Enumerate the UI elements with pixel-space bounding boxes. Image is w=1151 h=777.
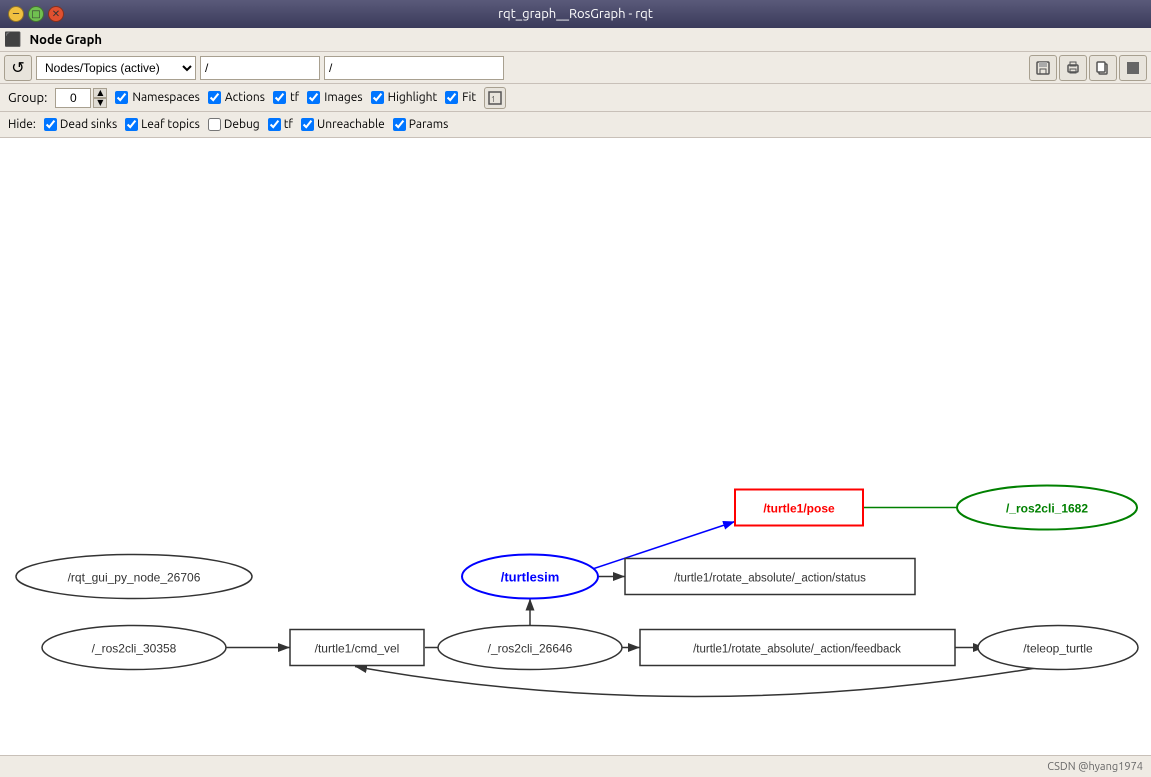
group-value-input[interactable]: 0 bbox=[55, 88, 91, 108]
svg-text:/_ros2cli_30358: /_ros2cli_30358 bbox=[92, 642, 177, 656]
svg-text:/_ros2cli_26646: /_ros2cli_26646 bbox=[488, 642, 573, 656]
dead-sinks-label: Dead sinks bbox=[60, 118, 117, 131]
images-option[interactable]: Images bbox=[307, 91, 362, 104]
debug-label: Debug bbox=[224, 118, 260, 131]
unreachable-option[interactable]: Unreachable bbox=[301, 118, 385, 131]
namespaces-checkbox[interactable] bbox=[115, 91, 128, 104]
svg-text:/turtle1/rotate_absolute/_acti: /turtle1/rotate_absolute/_action/status bbox=[674, 573, 866, 585]
fit-icon-button[interactable]: 1 bbox=[484, 87, 506, 109]
hidebar: Hide: Dead sinks Leaf topics Debug tf Un… bbox=[0, 112, 1151, 138]
menu-node-graph[interactable]: Node Graph bbox=[21, 31, 110, 49]
namespaces-option[interactable]: Namespaces bbox=[115, 91, 200, 104]
highlight-option[interactable]: Highlight bbox=[371, 91, 438, 104]
group-spinner[interactable]: 0 ▲ ▼ bbox=[55, 88, 107, 108]
tf-checkbox[interactable] bbox=[273, 91, 286, 104]
fit-label: Fit bbox=[462, 91, 476, 104]
namespaces-label: Namespaces bbox=[132, 91, 200, 104]
dead-sinks-option[interactable]: Dead sinks bbox=[44, 118, 117, 131]
minimize-button[interactable]: ─ bbox=[8, 6, 24, 22]
leaf-topics-option[interactable]: Leaf topics bbox=[125, 118, 200, 131]
window-title: rqt_graph__RosGraph - rqt bbox=[68, 7, 1083, 21]
save-button[interactable] bbox=[1029, 55, 1057, 81]
refresh-button[interactable]: ↺ bbox=[4, 55, 32, 81]
titlebar: ─ □ ✕ rqt_graph__RosGraph - rqt bbox=[0, 0, 1151, 28]
svg-text:/turtle1/cmd_vel: /turtle1/cmd_vel bbox=[315, 642, 400, 656]
tf-hide-option[interactable]: tf bbox=[268, 118, 293, 131]
maximize-button[interactable]: □ bbox=[28, 6, 44, 22]
tf-label: tf bbox=[290, 91, 299, 104]
optionsbar: Group: 0 ▲ ▼ Namespaces Actions tf Image… bbox=[0, 84, 1151, 112]
filter1-input[interactable] bbox=[200, 56, 320, 80]
images-label: Images bbox=[324, 91, 362, 104]
highlight-checkbox[interactable] bbox=[371, 91, 384, 104]
spinner-up[interactable]: ▲ bbox=[93, 88, 107, 98]
tf-option[interactable]: tf bbox=[273, 91, 299, 104]
leaf-topics-checkbox[interactable] bbox=[125, 118, 138, 131]
spinner-down[interactable]: ▼ bbox=[93, 98, 107, 108]
actions-label: Actions bbox=[225, 91, 265, 104]
tf-hide-checkbox[interactable] bbox=[268, 118, 281, 131]
app-icon: ⬛ bbox=[4, 31, 21, 48]
svg-text:/_ros2cli_1682: /_ros2cli_1682 bbox=[1006, 502, 1088, 516]
tf-hide-label: tf bbox=[284, 118, 293, 131]
highlight-label: Highlight bbox=[388, 91, 438, 104]
dead-sinks-checkbox[interactable] bbox=[44, 118, 57, 131]
svg-text:/teleop_turtle: /teleop_turtle bbox=[1023, 642, 1093, 656]
fit-option[interactable]: Fit bbox=[445, 91, 476, 104]
svg-text:/rqt_gui_py_node_26706: /rqt_gui_py_node_26706 bbox=[68, 571, 201, 585]
actions-checkbox[interactable] bbox=[208, 91, 221, 104]
debug-checkbox[interactable] bbox=[208, 118, 221, 131]
hide-label: Hide: bbox=[8, 118, 36, 131]
view-button[interactable] bbox=[1119, 55, 1147, 81]
svg-text:1: 1 bbox=[491, 95, 496, 104]
leaf-topics-label: Leaf topics bbox=[141, 118, 200, 131]
params-option[interactable]: Params bbox=[393, 118, 449, 131]
fit-checkbox[interactable] bbox=[445, 91, 458, 104]
print-button[interactable] bbox=[1059, 55, 1087, 81]
params-checkbox[interactable] bbox=[393, 118, 406, 131]
graph-area[interactable]: /rqt_gui_py_node_26706 /_ros2cli_30358 /… bbox=[0, 138, 1151, 755]
menubar: ⬛ Node Graph bbox=[0, 28, 1151, 52]
svg-text:/turtle1/pose: /turtle1/pose bbox=[763, 502, 835, 516]
toolbar: ↺ Nodes/Topics (active) Nodes only Nodes… bbox=[0, 52, 1151, 84]
close-button[interactable]: ✕ bbox=[48, 6, 64, 22]
group-label: Group: bbox=[8, 91, 47, 105]
debug-option[interactable]: Debug bbox=[208, 118, 260, 131]
unreachable-checkbox[interactable] bbox=[301, 118, 314, 131]
status-text: CSDN @hyang1974 bbox=[1047, 761, 1143, 773]
filter2-input[interactable] bbox=[324, 56, 504, 80]
params-label: Params bbox=[409, 118, 449, 131]
actions-option[interactable]: Actions bbox=[208, 91, 265, 104]
graph-svg: /rqt_gui_py_node_26706 /_ros2cli_30358 /… bbox=[0, 138, 1151, 755]
images-checkbox[interactable] bbox=[307, 91, 320, 104]
svg-text:/turtlesim: /turtlesim bbox=[501, 570, 560, 585]
svg-text:/turtle1/rotate_absolute/_acti: /turtle1/rotate_absolute/_action/feedbac… bbox=[693, 644, 901, 656]
copy-button[interactable] bbox=[1089, 55, 1117, 81]
statusbar: CSDN @hyang1974 bbox=[0, 755, 1151, 777]
view-mode-dropdown[interactable]: Nodes/Topics (active) Nodes only Nodes/T… bbox=[36, 56, 196, 80]
unreachable-label: Unreachable bbox=[317, 118, 385, 131]
